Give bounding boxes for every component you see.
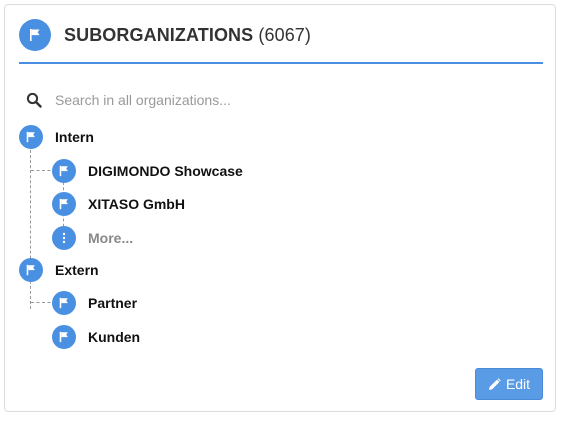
suborganization-count: (6067): [258, 25, 312, 45]
pencil-icon: [488, 377, 501, 390]
panel-title-text: SUBORGANIZATIONS: [64, 25, 254, 45]
tree-node-intern[interactable]: Intern: [19, 125, 94, 149]
flag-icon: [19, 125, 43, 149]
tree-node-extern[interactable]: Extern: [19, 258, 99, 282]
flag-icon: [52, 325, 76, 349]
flag-icon: [52, 291, 76, 315]
more-vertical-icon: [52, 226, 76, 250]
tree-node-kunden[interactable]: Kunden: [52, 325, 140, 349]
tree-node-label: Partner: [88, 295, 138, 311]
suborganizations-panel: SUBORGANIZATIONS (6067) Intern DIGIMONDO…: [4, 4, 556, 412]
flag-icon: [19, 19, 51, 51]
tree-node-label: Kunden: [88, 329, 141, 345]
tree-node-label: DIGIMONDO Showcase: [88, 163, 243, 179]
panel-title: SUBORGANIZATIONS (6067): [64, 25, 311, 46]
search-input[interactable]: [49, 87, 541, 113]
tree-node-label: XITASO GmbH: [88, 196, 185, 212]
flag-icon: [19, 258, 43, 282]
tree-node-label: Extern: [55, 262, 99, 278]
edit-button[interactable]: Edit: [475, 368, 543, 400]
search-icon: [26, 92, 42, 108]
tree-node-xitaso-gmbh[interactable]: XITASO GmbH: [52, 192, 185, 216]
header-divider: [19, 62, 543, 64]
tree-node-label: More...: [88, 230, 134, 246]
flag-icon: [52, 159, 76, 183]
flag-icon: [52, 192, 76, 216]
edit-button-label: Edit: [505, 376, 531, 392]
tree-node-digimondo-showcase[interactable]: DIGIMONDO Showcase: [52, 159, 243, 183]
tree-node-label: Intern: [55, 129, 94, 145]
tree-node-partner[interactable]: Partner: [52, 291, 137, 315]
tree-node-more[interactable]: More...: [52, 226, 133, 250]
